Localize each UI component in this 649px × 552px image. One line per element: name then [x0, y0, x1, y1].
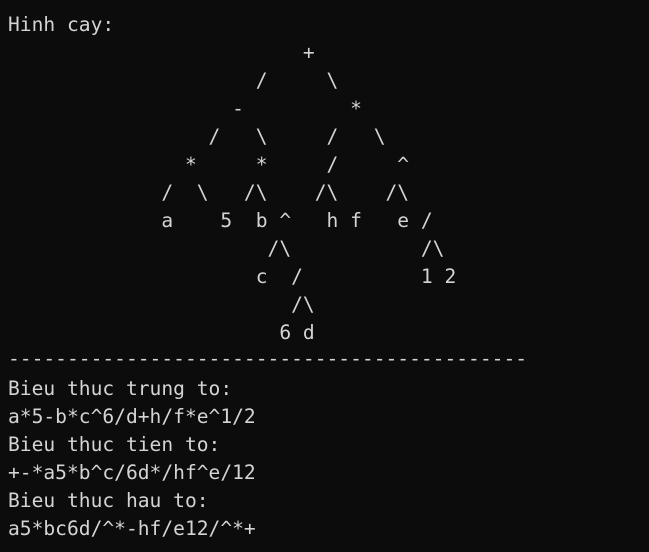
- separator-line: ----------------------------------------…: [8, 347, 528, 370]
- tree-line-3: - *: [8, 97, 362, 120]
- console-window: Hinh cay: + / \ - * / \ / \ * * / ^ / \ …: [0, 0, 649, 552]
- tree-line-10: /\: [8, 293, 315, 316]
- tree-line-7: a 5 b ^ h f e /: [8, 209, 433, 232]
- tree-line-6: / \ /\ /\ /\: [8, 181, 410, 204]
- tree-line-5: * * / ^: [8, 153, 410, 176]
- tree-line-4: / \ / \: [8, 125, 386, 148]
- tree-line-11: 6 d: [8, 321, 315, 344]
- infix-label: Bieu thuc trung to:: [8, 377, 233, 400]
- tree-line-2: / \: [8, 69, 339, 92]
- tree-line-1: +: [8, 41, 315, 64]
- prefix-label: Bieu thuc tien to:: [8, 433, 221, 456]
- prefix-value: +-*a5*b^c/6d*/hf^e/12: [8, 461, 256, 484]
- postfix-value: a5*bc6d/^*-hf/e12/^*+: [8, 517, 256, 540]
- postfix-label: Bieu thuc hau to:: [8, 489, 209, 512]
- tree-title: Hinh cay:: [8, 13, 115, 36]
- tree-line-8: /\ /\: [8, 237, 445, 260]
- tree-line-9: c / 1 2: [8, 265, 457, 288]
- infix-value: a*5-b*c^6/d+h/f*e^1/2: [8, 405, 256, 428]
